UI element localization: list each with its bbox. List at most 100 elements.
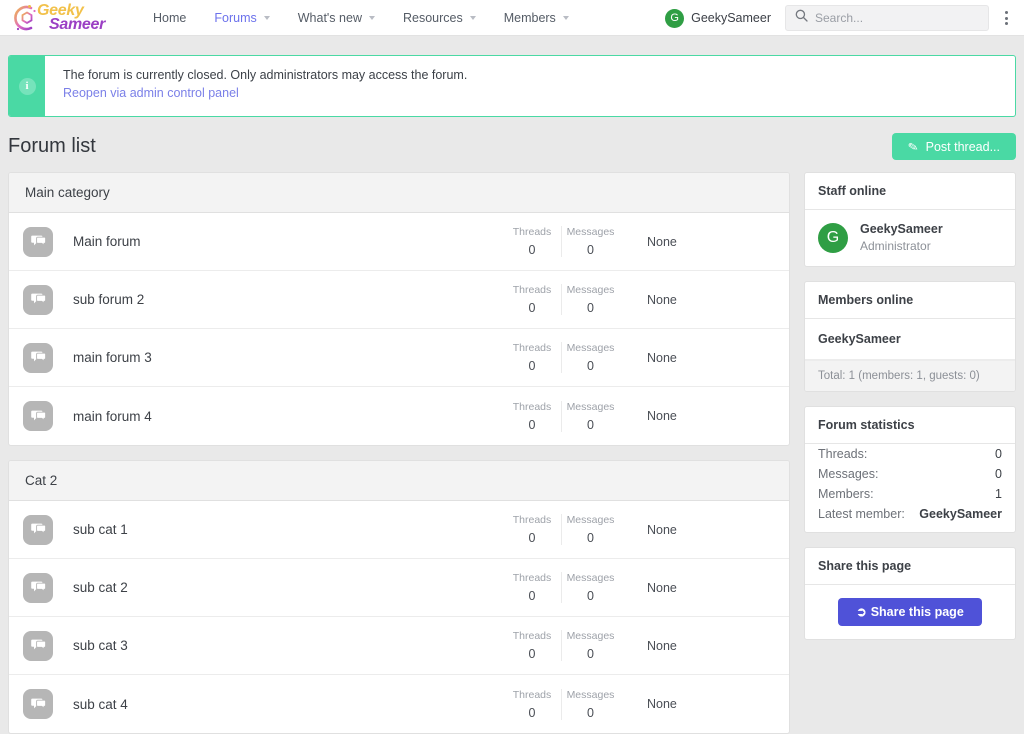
threads-stat: Threads 0 <box>503 401 561 432</box>
forum-row[interactable]: sub cat 2 Threads 0 Messages 0 None <box>9 559 789 617</box>
threads-value: 0 <box>528 705 536 720</box>
messages-stat: Messages 0 <box>561 572 619 603</box>
threads-value: 0 <box>528 417 536 432</box>
messages-label: Messages <box>566 514 615 526</box>
post-thread-button[interactable]: ✎ Post thread... <box>891 133 1016 160</box>
nav-item-resources[interactable]: Resources <box>389 1 490 35</box>
forum-name[interactable]: sub cat 1 <box>73 522 503 537</box>
threads-stat: Threads 0 <box>503 689 561 720</box>
forum-name[interactable]: sub cat 3 <box>73 638 503 653</box>
statistic-key: Threads: <box>818 446 868 461</box>
nav-item-whats-new[interactable]: What's new <box>284 1 389 35</box>
search-input[interactable]: Search... <box>785 5 989 31</box>
nav-label: Resources <box>402 11 463 25</box>
last-post: None <box>647 234 677 249</box>
staff-online-member[interactable]: G GeekySameer Administrator <box>805 210 1015 266</box>
nav-item-members[interactable]: Members <box>490 1 583 35</box>
messages-stat: Messages 0 <box>561 630 619 661</box>
forum-name[interactable]: main forum 4 <box>73 409 503 424</box>
forum-row[interactable]: main forum 3 Threads 0 Messages 0 None <box>9 329 789 387</box>
forum-comments-icon <box>23 630 53 661</box>
members-online-total: Total: 1 (members: 1, guests: 0) <box>805 359 1015 391</box>
messages-value: 0 <box>587 531 594 545</box>
threads-label: Threads <box>512 342 552 354</box>
statistic-value: 0 <box>995 466 1002 481</box>
messages-value: 0 <box>587 417 594 432</box>
forum-comments-icon <box>23 226 53 257</box>
statistic-value: 1 <box>995 486 1002 501</box>
sidebar: Staff online G GeekySameer Administrator… <box>804 172 1016 654</box>
share-page-title: Share this page <box>805 548 1015 585</box>
geeky-sameer-logo-icon <box>6 1 40 35</box>
threads-stat: Threads 0 <box>503 342 561 373</box>
threads-stat: Threads 0 <box>503 226 561 257</box>
page-title-row: Forum list ✎ Post thread... <box>8 133 1016 160</box>
forum-row[interactable]: main forum 4 Threads 0 Messages 0 None <box>9 387 789 445</box>
page-title: Forum list <box>8 135 96 157</box>
threads-label: Threads <box>512 514 552 526</box>
chevron-down-icon[interactable] <box>368 16 375 20</box>
threads-label: Threads <box>512 284 552 296</box>
post-thread-label: Post thread... <box>925 139 1000 154</box>
nav-item-home[interactable]: Home <box>139 1 200 35</box>
threads-value: 0 <box>528 589 536 603</box>
forum-name[interactable]: Main forum <box>73 234 503 249</box>
header-right-controls: G GeekySameer Search... <box>665 5 1010 31</box>
members-online-widget: Members online GeekySameer Total: 1 (mem… <box>804 280 1016 392</box>
last-post: None <box>647 350 677 365</box>
threads-label: Threads <box>512 688 552 701</box>
messages-value: 0 <box>587 647 594 661</box>
threads-stat: Threads 0 <box>503 284 561 315</box>
share-arrow-icon: ➲ <box>856 605 867 620</box>
members-online-title: Members online <box>805 282 1015 319</box>
share-page-button-label: Share this page <box>870 604 964 619</box>
forum-name[interactable]: sub forum 2 <box>73 292 503 307</box>
forum-row[interactable]: sub forum 2 Threads 0 Messages 0 None <box>9 271 789 329</box>
share-page-button[interactable]: ➲ Share this page <box>838 597 982 626</box>
member-name[interactable]: GeekySameer <box>818 332 901 346</box>
messages-value: 0 <box>587 359 594 373</box>
messages-label: Messages <box>566 630 615 642</box>
forum-row[interactable]: sub cat 1 Threads 0 Messages 0 None <box>9 501 789 559</box>
forum-row[interactable]: sub cat 4 Threads 0 Messages 0 None <box>9 675 789 733</box>
kebab-menu-icon[interactable] <box>1003 7 1010 29</box>
category-title: Main category <box>9 173 789 213</box>
statistic-value[interactable]: GeekySameer <box>919 507 1002 521</box>
forum-row[interactable]: Main forum Threads 0 Messages 0 None <box>9 213 789 271</box>
forum-name[interactable]: sub cat 2 <box>73 580 503 595</box>
forum-list: Main category Main forum Threads 0 Messa… <box>8 172 790 734</box>
last-post: None <box>647 697 677 711</box>
notice-body: The forum is currently closed. Only admi… <box>45 56 467 116</box>
forum-name[interactable]: main forum 3 <box>73 350 503 365</box>
messages-label: Messages <box>566 400 615 413</box>
avatar: G <box>665 8 685 28</box>
last-post: None <box>647 292 677 307</box>
staff-member-role: Administrator <box>860 239 931 254</box>
messages-value: 0 <box>587 589 594 603</box>
messages-stat: Messages 0 <box>561 226 619 257</box>
avatar: G <box>818 222 848 253</box>
threads-value: 0 <box>528 531 536 545</box>
members-online-list: GeekySameer <box>805 319 1015 360</box>
statistic-row: Members: 1 <box>805 484 1015 504</box>
notice-message: The forum is currently closed. Only admi… <box>63 68 468 82</box>
notice-link-reopen[interactable]: Reopen via admin control panel <box>63 86 467 100</box>
account-menu[interactable]: G GeekySameer <box>665 8 771 28</box>
forum-comments-icon <box>23 284 53 315</box>
chevron-down-icon[interactable] <box>562 16 569 20</box>
threads-value: 0 <box>528 243 536 257</box>
chevron-down-icon[interactable] <box>263 16 270 20</box>
forum-row[interactable]: sub cat 3 Threads 0 Messages 0 None <box>9 617 789 675</box>
staff-member-name[interactable]: GeekySameer <box>860 220 943 238</box>
nav-item-forums[interactable]: Forums <box>200 1 283 35</box>
share-button-wrap: ➲ Share this page <box>805 585 1015 639</box>
search-icon <box>795 9 808 27</box>
category-block: Main category Main forum Threads 0 Messa… <box>8 172 790 446</box>
staff-online-widget: Staff online G GeekySameer Administrator <box>804 172 1016 267</box>
statistic-row: Latest member: GeekySameer <box>805 504 1015 532</box>
site-logo[interactable]: Geeky Sameer <box>6 1 105 35</box>
staff-online-title: Staff online <box>805 173 1015 210</box>
chevron-down-icon[interactable] <box>469 16 476 20</box>
forum-name[interactable]: sub cat 4 <box>73 697 503 712</box>
messages-label: Messages <box>566 284 615 296</box>
